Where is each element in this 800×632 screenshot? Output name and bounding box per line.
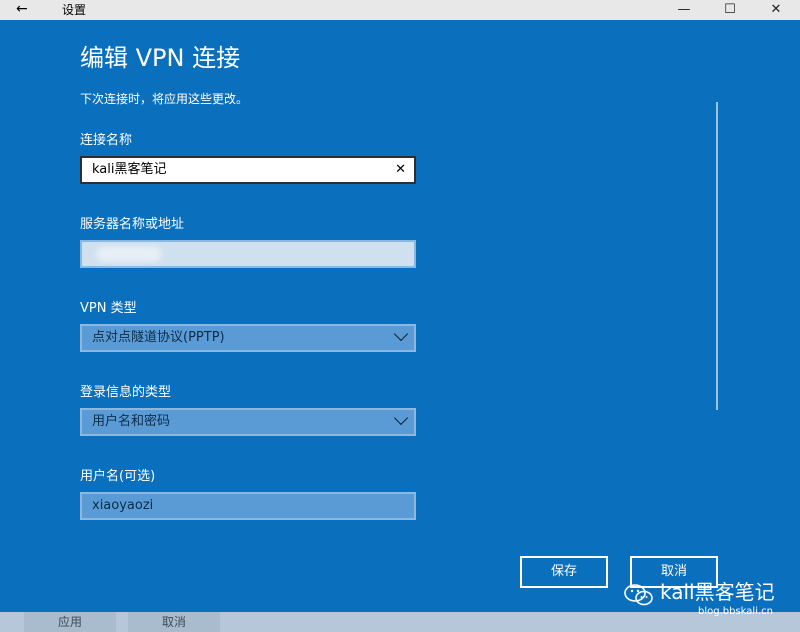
title-bar: ← 设置 — ☐ ✕ <box>0 0 800 20</box>
watermark-name: kali黑客笔记 <box>660 580 775 604</box>
save-button[interactable]: 保存 <box>520 556 608 588</box>
wechat-icon <box>624 584 653 606</box>
chevron-down-icon <box>393 410 409 426</box>
username-value: xiaoyaozi <box>92 498 154 513</box>
vpn-type-value: 点对点隧道协议(PPTP) <box>92 330 225 345</box>
dialog-subtext: 下次连接时，将应用这些更改。 <box>80 92 249 106</box>
scrollbar[interactable] <box>716 102 718 410</box>
username-label: 用户名(可选) <box>80 469 156 484</box>
server-address-input[interactable] <box>80 240 416 268</box>
close-window-button[interactable]: ✕ <box>758 0 794 20</box>
background-cancel-button[interactable]: 取消 <box>128 612 220 632</box>
connection-name-label: 连接名称 <box>80 133 133 148</box>
apply-button[interactable]: 应用 <box>24 612 116 632</box>
edit-vpn-dialog: 编辑 VPN 连接 下次连接时，将应用这些更改。 连接名称 kali黑客笔记 ✕… <box>0 20 800 612</box>
back-arrow-icon[interactable]: ← <box>16 2 28 16</box>
sign-in-type-value: 用户名和密码 <box>92 414 171 429</box>
clear-input-icon[interactable]: ✕ <box>395 158 406 182</box>
watermark-url: blog.bbskali.cn <box>698 606 773 617</box>
vpn-type-label: VPN 类型 <box>80 301 137 316</box>
server-address-label: 服务器名称或地址 <box>80 217 185 232</box>
redacted-blur <box>96 246 162 262</box>
connection-name-input[interactable]: kali黑客笔记 ✕ <box>80 156 416 184</box>
connection-name-value: kali黑客笔记 <box>92 162 167 177</box>
maximize-button[interactable]: ☐ <box>712 0 748 20</box>
window-title: 设置 <box>62 3 87 17</box>
minimize-button[interactable]: — <box>666 0 702 20</box>
sign-in-type-label: 登录信息的类型 <box>80 385 172 400</box>
chevron-down-icon <box>393 326 409 342</box>
username-input[interactable]: xiaoyaozi <box>80 492 416 520</box>
watermark: kali黑客笔记 blog.bbskali.cn <box>620 578 800 624</box>
dialog-heading: 编辑 VPN 连接 <box>80 44 241 72</box>
sign-in-type-select[interactable]: 用户名和密码 <box>80 408 416 436</box>
vpn-type-select[interactable]: 点对点隧道协议(PPTP) <box>80 324 416 352</box>
